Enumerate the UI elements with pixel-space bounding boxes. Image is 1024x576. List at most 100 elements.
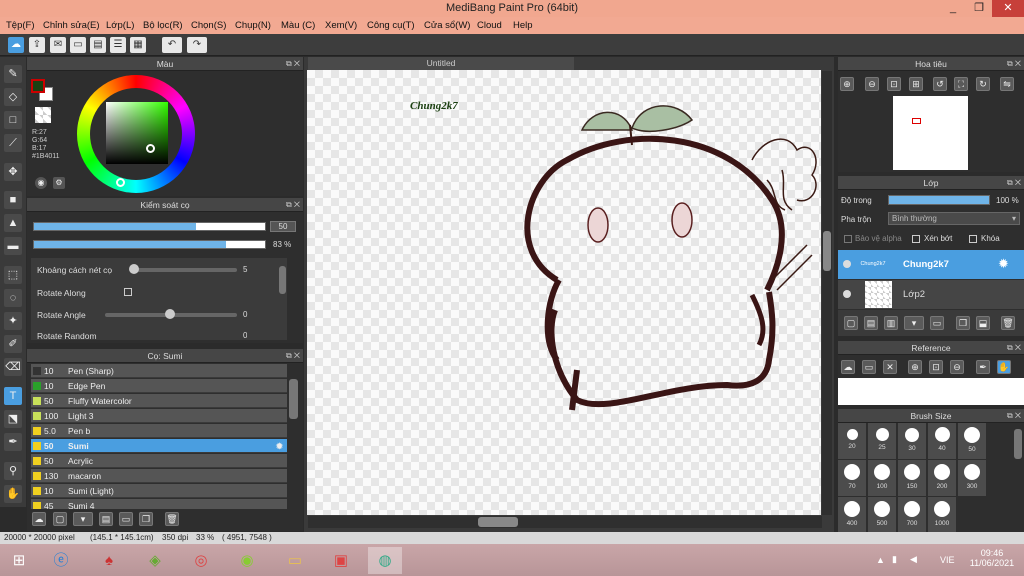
brush-size-scrollbar[interactable] (1014, 429, 1022, 459)
close-button[interactable]: ✕ (992, 0, 1024, 17)
flip-icon[interactable]: ⇋ (1000, 77, 1014, 91)
hand-tool-icon[interactable]: ✋ (4, 485, 22, 503)
brush-item-sumi-light[interactable]: 10 Sumi (Light) (31, 484, 287, 498)
brush-size-1000[interactable]: 1000 (928, 497, 956, 533)
brush-size-value[interactable]: 50 (270, 221, 296, 232)
app-green-icon[interactable]: ◉ (230, 547, 264, 574)
gradient-tool-icon[interactable]: ▬ (4, 237, 22, 255)
brush-control-scrollbar[interactable] (279, 266, 286, 294)
vertical-scrollbar[interactable] (822, 71, 832, 515)
brush-size-40[interactable]: 40 (928, 423, 956, 459)
menu-snap[interactable]: Chụp(N) (235, 20, 271, 31)
saturation-value-square[interactable] (106, 102, 168, 164)
actual-size-icon[interactable]: ⊞ (909, 77, 923, 91)
network-icon[interactable]: ▮ (892, 554, 897, 565)
list-icon[interactable]: ☰ (110, 37, 126, 53)
select-rect-icon[interactable]: ⬚ (4, 266, 22, 284)
rotate-angle-knob[interactable] (165, 309, 175, 319)
brush-size-25[interactable]: 25 (868, 423, 896, 459)
menu-help[interactable]: Help (513, 20, 533, 31)
bluestacks-icon[interactable]: ◈ (138, 547, 172, 574)
brush-size-400[interactable]: 400 (838, 497, 866, 533)
panel-close-icon[interactable]: ⧉ ✕ (1007, 176, 1021, 190)
menu-edit[interactable]: Chỉnh sửa(E) (43, 20, 100, 31)
brush-size-100[interactable]: 100 (868, 460, 896, 496)
navigator-preview[interactable] (893, 96, 968, 170)
file-explorer-icon[interactable]: ▭ (278, 547, 312, 574)
menu-color[interactable]: Màu (C) (281, 20, 315, 31)
comment-icon[interactable]: ✉ (50, 37, 66, 53)
rotate-right-icon[interactable]: ↻ (976, 77, 990, 91)
spacing-slider-knob[interactable] (129, 264, 139, 274)
brush-settings-icon[interactable]: ✹ (276, 439, 283, 453)
blend-mode-select[interactable]: Bình thường ▾ (888, 212, 1020, 225)
layer-opacity-slider[interactable] (888, 195, 990, 205)
brush-list-scrollbar[interactable] (289, 379, 298, 419)
minimize-button[interactable]: _ (940, 0, 966, 17)
brush-item-sumi[interactable]: 50 Sumi ✹ (31, 439, 287, 453)
new-layer-1bit-icon[interactable]: ▥ (884, 316, 898, 330)
eye-icon[interactable] (843, 260, 851, 268)
reference-eyedropper-icon[interactable]: ✒ (976, 360, 990, 374)
panel-close-icon[interactable]: ⧉ ✕ (1007, 341, 1021, 355)
brush-item-acrylic[interactable]: 50 Acrylic (31, 454, 287, 468)
fill-rect-tool-icon[interactable]: ■ (4, 191, 22, 209)
dropper-pen-icon[interactable]: ✒ (4, 433, 22, 451)
color-settings-icon[interactable]: ⚙ (53, 177, 65, 189)
brush-opacity-slider[interactable] (33, 240, 266, 249)
reference-fit-icon[interactable]: ⊡ (929, 360, 943, 374)
brush-size-200[interactable]: 200 (928, 460, 956, 496)
trash-icon[interactable]: 🗑 (165, 512, 179, 526)
menu-select[interactable]: Chọn(S) (191, 20, 226, 31)
lasso-icon[interactable]: ◌ (4, 289, 22, 307)
layer-folder-icon[interactable]: ▭ (930, 316, 944, 330)
reference-cloud-icon[interactable]: ☁ (841, 360, 855, 374)
merge-layer-icon[interactable]: ⬓ (976, 316, 990, 330)
protect-alpha-checkbox[interactable] (844, 235, 852, 243)
brush-doc-icon[interactable]: ▤ (99, 512, 113, 526)
menu-cloud[interactable]: Cloud (477, 20, 502, 31)
brush-size-70[interactable]: 70 (838, 460, 866, 496)
reference-open-icon[interactable]: ▭ (862, 360, 876, 374)
layer-row-lop2[interactable]: Lớp2 (838, 280, 1024, 309)
delete-layer-icon[interactable]: 🗑 (1001, 316, 1015, 330)
undo-icon[interactable]: ↶ (162, 37, 182, 53)
bucket-tool-icon[interactable]: ▲ (4, 214, 22, 232)
brush-size-30[interactable]: 30 (898, 423, 926, 459)
layer-settings-icon[interactable]: ✹ (998, 256, 1009, 272)
maximize-button[interactable]: ❐ (966, 0, 992, 17)
new-layer-icon[interactable]: ▢ (844, 316, 858, 330)
brush-size-150[interactable]: 150 (898, 460, 926, 496)
language-indicator[interactable]: VIE (940, 555, 955, 565)
reference-hand-icon[interactable]: ✋ (997, 360, 1011, 374)
brush-item-pen-sharp[interactable]: 10 Pen (Sharp) (31, 364, 287, 378)
add-layer-menu-icon[interactable]: ▾ (904, 316, 924, 330)
folder-icon[interactable]: ▭ (119, 512, 133, 526)
message-icon[interactable]: ▭ (70, 37, 86, 53)
brush-item-light-3[interactable]: 100 Light 3 (31, 409, 287, 423)
brush-size-50[interactable]: 50 (958, 423, 986, 459)
panel-close-icon[interactable]: ⧉ ✕ (286, 57, 300, 71)
menu-window[interactable]: Cửa sổ(W) (424, 20, 470, 31)
brush-size-300[interactable]: 300 (958, 460, 986, 496)
brush-size-slider[interactable] (33, 222, 266, 231)
fullscreen-icon[interactable]: ⛶ (954, 77, 968, 91)
select-eraser-icon[interactable]: ⌫ (4, 358, 22, 376)
panel-close-icon[interactable]: ⧉ ✕ (286, 198, 300, 212)
brush-tool-icon[interactable]: ✎ (4, 65, 22, 83)
select-pen-icon[interactable]: ✐ (4, 335, 22, 353)
powerpoint-icon[interactable]: ▣ (324, 547, 358, 574)
brush-item-pen-b[interactable]: 5.0 Pen b (31, 424, 287, 438)
cloud-brush-icon[interactable]: ☁ (32, 512, 46, 526)
menu-filter[interactable]: Bộ lọc(R) (143, 20, 183, 31)
panel-close-icon[interactable]: ⧉ ✕ (1007, 57, 1021, 71)
brush-size-20[interactable]: 20 (838, 423, 866, 459)
brush-item-macaron[interactable]: 130 macaron (31, 469, 287, 483)
transparent-color-swatch[interactable] (35, 107, 51, 123)
hue-picker-cursor[interactable] (116, 178, 125, 187)
rotate-left-icon[interactable]: ↺ (933, 77, 947, 91)
rotate-along-checkbox[interactable] (124, 288, 132, 296)
share-icon[interactable]: ⇪ (29, 37, 45, 53)
line-tool-icon[interactable]: ⟋ (4, 134, 22, 152)
rect-tool-icon[interactable]: □ (4, 111, 22, 129)
